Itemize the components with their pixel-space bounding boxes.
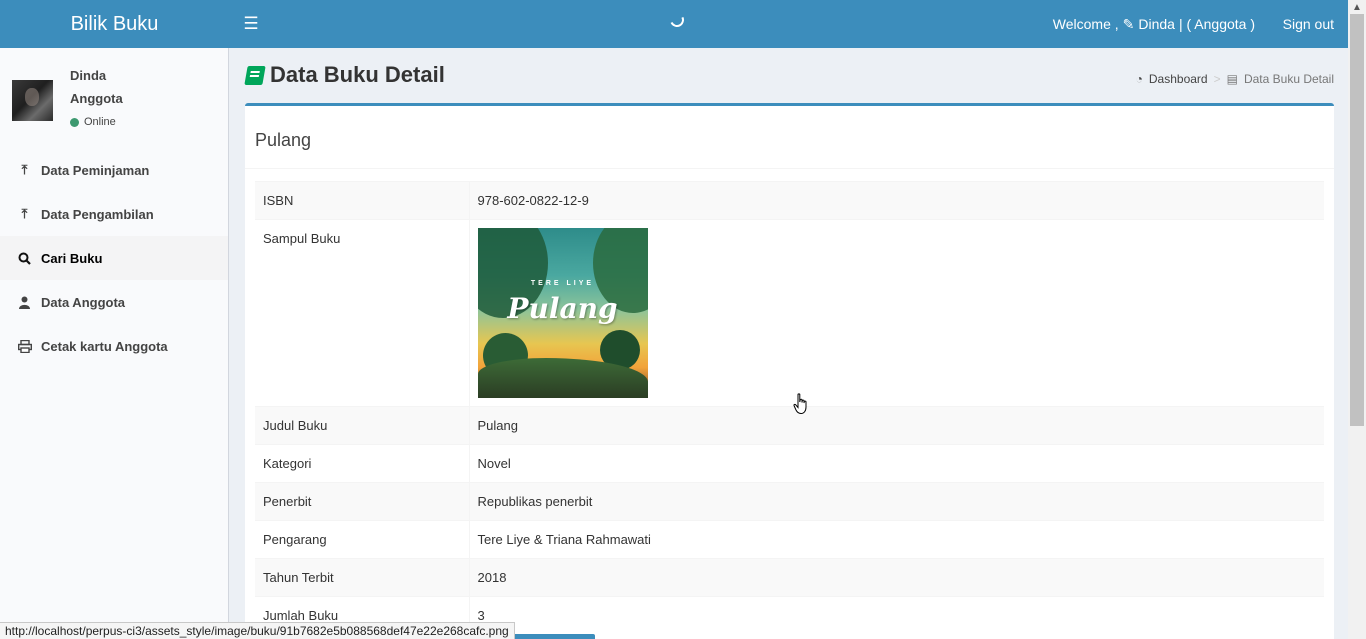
scroll-up-arrow-icon[interactable]: ▲	[1352, 2, 1362, 13]
row-value: Republikas penerbit	[469, 482, 1324, 521]
row-label: Pengarang	[255, 520, 470, 559]
breadcrumb-current: Data Buku Detail	[1243, 72, 1334, 86]
table-row: Sampul Buku TERE LIYE Pulang	[255, 219, 1324, 407]
user-panel-role: Anggota	[70, 91, 123, 106]
sidebar-item-data-anggota[interactable]: Data Anggota	[0, 280, 228, 324]
upload-icon: ⤒	[21, 206, 28, 221]
row-label: Tahun Terbit	[255, 558, 470, 597]
row-label: Judul Buku	[255, 406, 470, 445]
edit-icon: ✎	[1122, 15, 1135, 32]
row-value: Tere Liye & Triana Rahmawati	[469, 520, 1324, 559]
row-label: ISBN	[255, 181, 470, 220]
main-header: Bilik Buku ☰ Welcome , ✎ Dinda | ( Anggo…	[0, 0, 1348, 48]
dashboard-icon: ◔	[1135, 72, 1143, 86]
breadcrumb-separator: >	[1213, 72, 1221, 86]
sidebar-item-label: Cari Buku	[41, 250, 103, 266]
row-label: Penerbit	[255, 482, 470, 521]
book-detail-box: Pulang ISBN 978-602-0822-12-9 Sampul Buk…	[245, 103, 1334, 639]
sidebar-menu: ⤒ Data Peminjaman ⤒ Data Pengambilan Car…	[0, 148, 228, 368]
book-icon	[244, 65, 266, 85]
sign-out-link[interactable]: Sign out	[1283, 0, 1334, 48]
table-row: ISBN 978-602-0822-12-9	[255, 181, 1324, 220]
breadcrumb-dashboard-link[interactable]: Dashboard	[1149, 72, 1208, 86]
sidebar-item-label: Cetak kartu Anggota	[41, 338, 168, 354]
cover-author: TERE LIYE	[530, 280, 595, 287]
page-title-text: Data Buku Detail	[270, 62, 445, 87]
sidebar-toggle-button[interactable]: ☰	[229, 0, 273, 48]
row-label: Kategori	[255, 444, 470, 483]
user-status-label: Online	[84, 116, 116, 128]
hand-cursor-icon	[793, 393, 807, 415]
welcome-user-menu[interactable]: Welcome , ✎ Dinda | ( Anggota )	[1053, 0, 1255, 48]
content-header: Data Buku Detail ◔ Dashboard > ▤ Data Bu…	[229, 48, 1348, 104]
loading-spinner-icon	[668, 11, 686, 29]
avatar	[12, 80, 53, 121]
row-value: Novel	[469, 444, 1324, 483]
row-value: 2018	[469, 558, 1324, 597]
table-row: Penerbit Republikas penerbit	[255, 482, 1324, 521]
sidebar-item-data-peminjaman[interactable]: ⤒ Data Peminjaman	[0, 148, 228, 192]
table-row: Pengarang Tere Liye & Triana Rahmawati	[255, 520, 1324, 559]
book-detail-table: ISBN 978-602-0822-12-9 Sampul Buku TERE …	[255, 181, 1324, 634]
box-title: Pulang	[255, 130, 312, 150]
app-logo[interactable]: Bilik Buku	[0, 0, 229, 48]
search-icon	[17, 252, 32, 265]
welcome-user-role: | ( Anggota )	[1178, 16, 1255, 32]
scroll-thumb[interactable]	[1350, 14, 1364, 426]
hamburger-icon: ☰	[243, 14, 259, 33]
book-cover-image[interactable]: TERE LIYE Pulang	[477, 228, 648, 398]
sidebar-item-label: Data Pengambilan	[41, 206, 154, 222]
print-icon	[17, 339, 32, 353]
sidebar-item-data-pengambilan[interactable]: ⤒ Data Pengambilan	[0, 192, 228, 236]
welcome-prefix: Welcome ,	[1052, 16, 1119, 32]
online-dot-icon	[70, 117, 79, 127]
sidebar-item-label: Data Peminjaman	[41, 162, 150, 178]
sidebar-item-cetak-kartu-anggota[interactable]: Cetak kartu Anggota	[0, 324, 228, 368]
status-bar-url: http://localhost/perpus-ci3/assets_style…	[0, 622, 515, 639]
page-scrollbar[interactable]: ▲	[1348, 0, 1366, 639]
table-row: Judul Buku Pulang	[255, 406, 1324, 445]
box-divider	[245, 168, 1334, 169]
book-icon: ▤	[1226, 72, 1238, 86]
user-panel: Dinda Anggota Online	[0, 48, 228, 144]
breadcrumb: ◔ Dashboard > ▤ Data Buku Detail	[1136, 72, 1334, 86]
row-label: Sampul Buku	[255, 219, 470, 407]
row-value: TERE LIYE Pulang	[469, 219, 1324, 407]
upload-icon: ⤒	[21, 162, 28, 177]
row-value: 3	[469, 596, 1324, 634]
user-panel-name: Dinda	[70, 68, 107, 83]
table-row: Kategori Novel	[255, 444, 1324, 483]
table-row: Tahun Terbit 2018	[255, 558, 1324, 597]
sidebar: Dinda Anggota Online ⤒ Data Peminjaman ⤒…	[0, 48, 229, 639]
row-value: Pulang	[469, 406, 1324, 445]
row-value: 978-602-0822-12-9	[469, 181, 1324, 220]
sidebar-item-label: Data Anggota	[41, 294, 126, 310]
sidebar-item-cari-buku[interactable]: Cari Buku	[0, 236, 228, 280]
user-status: Online	[70, 116, 116, 128]
page-title: Data Buku Detail	[244, 62, 445, 88]
welcome-user-name: Dinda	[1138, 16, 1175, 32]
user-icon	[17, 296, 32, 309]
cover-title: Pulang	[507, 292, 618, 325]
